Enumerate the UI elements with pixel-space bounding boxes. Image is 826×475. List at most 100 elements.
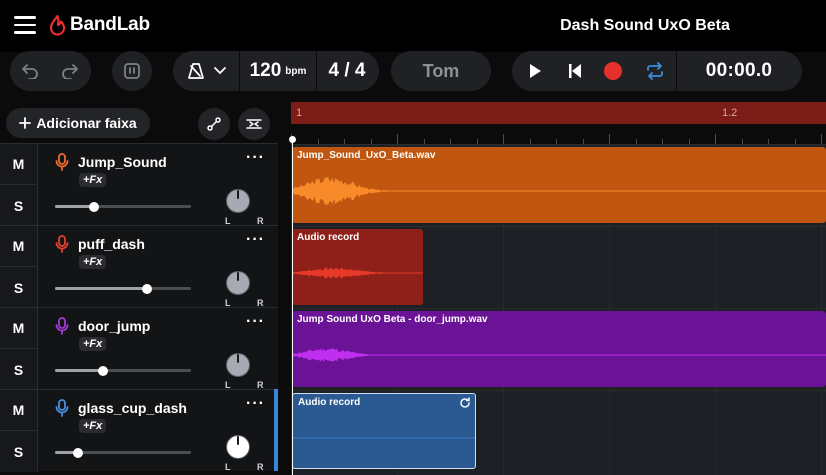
volume-thumb[interactable]: [89, 201, 100, 212]
timeline[interactable]: 1 1.2 Jump_Sound_UxO_Beta.wav Audio reco…: [291, 102, 826, 475]
volume-slider[interactable]: [55, 283, 191, 294]
track-name[interactable]: door_jump: [78, 318, 150, 334]
track-row[interactable]: M S glass_cup_dash +Fx ··· L R: [0, 389, 278, 472]
pan-knob[interactable]: [225, 270, 251, 296]
volume-thumb[interactable]: [73, 447, 84, 458]
more-options-icon[interactable]: ···: [246, 395, 265, 413]
add-fx-button[interactable]: +Fx: [79, 419, 107, 433]
loop-button[interactable]: [634, 51, 676, 91]
fit-view-button[interactable]: [238, 108, 270, 140]
undo-button[interactable]: [10, 51, 50, 91]
solo-button[interactable]: S: [0, 185, 37, 226]
record-icon: [604, 62, 622, 80]
redo-button[interactable]: [50, 51, 90, 91]
volume-thumb[interactable]: [97, 365, 108, 376]
panel-icon: [124, 63, 140, 79]
more-options-icon[interactable]: ···: [246, 149, 265, 167]
mute-button[interactable]: M: [0, 308, 37, 349]
add-fx-button[interactable]: +Fx: [79, 173, 107, 187]
audio-clip[interactable]: Audio record: [292, 229, 423, 305]
solo-button[interactable]: S: [0, 431, 37, 472]
bpm-unit: bpm: [285, 65, 307, 77]
ruler-tick: [715, 134, 716, 144]
volume-slider[interactable]: [55, 365, 191, 376]
add-track-button[interactable]: Adicionar faixa: [6, 108, 150, 138]
mute-solo-column: M S: [0, 226, 38, 308]
record-button[interactable]: [592, 51, 634, 91]
more-options-icon[interactable]: ···: [246, 231, 265, 249]
track-lane[interactable]: Audio record: [291, 226, 826, 308]
pan-right-label: R: [257, 462, 264, 472]
microphone-icon: [55, 235, 69, 253]
audio-clip[interactable]: Jump Sound UxO Beta - door_jump.wav: [292, 311, 826, 387]
loop-icon: [647, 62, 663, 80]
project-title[interactable]: Dash Sound UxO Beta: [540, 17, 750, 35]
timecode-display[interactable]: 00:00.0: [677, 51, 801, 91]
undo-redo-group: [10, 51, 91, 91]
playhead[interactable]: [292, 138, 293, 475]
track-controls: glass_cup_dash +Fx ··· L R: [39, 390, 278, 472]
mute-button[interactable]: M: [0, 390, 37, 431]
bandlab-logo[interactable]: BandLab: [49, 14, 150, 36]
microphone-icon: [55, 399, 69, 417]
track-name[interactable]: Jump_Sound: [78, 154, 167, 170]
microphone-icon: [55, 317, 69, 335]
undo-icon: [22, 64, 38, 79]
chevron-down-icon: [213, 67, 226, 75]
clip-label: Audio record: [297, 232, 360, 243]
bpm-value: 120: [249, 60, 282, 81]
play-icon: [530, 64, 541, 78]
volume-slider[interactable]: [55, 201, 191, 212]
pan-knob[interactable]: [225, 352, 251, 378]
more-options-icon[interactable]: ···: [246, 313, 265, 331]
selected-track-indicator: [274, 389, 278, 471]
key-button[interactable]: Tom: [391, 51, 491, 91]
ruler-tick: [397, 134, 398, 144]
track-row[interactable]: M S puff_dash +Fx ··· L R: [0, 225, 278, 308]
app-name: BandLab: [70, 14, 150, 35]
mute-solo-column: M S: [0, 144, 38, 226]
bpm-control[interactable]: 120 bpm: [240, 51, 316, 91]
add-track-label: Adicionar faixa: [36, 115, 137, 131]
ruler-tick: [609, 134, 610, 144]
plus-icon: [19, 117, 32, 129]
ruler-label: 1: [296, 107, 303, 119]
add-fx-button[interactable]: +Fx: [79, 255, 107, 269]
track-name[interactable]: glass_cup_dash: [78, 400, 187, 416]
track-controls: puff_dash +Fx ··· L R: [39, 226, 278, 308]
mute-button[interactable]: M: [0, 144, 37, 185]
track-lane[interactable]: Audio record: [291, 390, 826, 472]
time-signature-control[interactable]: 4 / 4: [317, 51, 377, 91]
rewind-button[interactable]: [558, 51, 592, 91]
loop-clip-icon[interactable]: [459, 397, 471, 409]
transport-group: 00:00.0: [512, 51, 802, 91]
pan-left-label: L: [225, 462, 231, 472]
automation-button[interactable]: [198, 108, 230, 140]
playhead-handle[interactable]: [289, 136, 296, 143]
add-fx-button[interactable]: +Fx: [79, 337, 107, 351]
track-row[interactable]: M S door_jump +Fx ··· L R: [0, 307, 278, 390]
toggle-panel-button[interactable]: [112, 51, 152, 91]
solo-button[interactable]: S: [0, 267, 37, 308]
loop-region-bar[interactable]: 1 1.2: [291, 102, 826, 124]
volume-slider[interactable]: [55, 447, 191, 458]
track-controls: door_jump +Fx ··· L R: [39, 308, 278, 390]
track-lane[interactable]: Jump Sound UxO Beta - door_jump.wav: [291, 308, 826, 390]
track-name[interactable]: puff_dash: [78, 236, 145, 252]
audio-clip[interactable]: Jump_Sound_UxO_Beta.wav: [292, 147, 826, 223]
pan-knob[interactable]: [225, 188, 251, 214]
track-lane[interactable]: Jump_Sound_UxO_Beta.wav: [291, 144, 826, 226]
audio-clip[interactable]: Audio record: [292, 393, 476, 469]
play-button[interactable]: [512, 51, 558, 91]
clip-label: Jump Sound UxO Beta - door_jump.wav: [297, 314, 488, 325]
track-row[interactable]: M S Jump_Sound +Fx ··· L R: [0, 143, 278, 226]
metronome-button[interactable]: [173, 51, 239, 91]
hamburger-menu-icon[interactable]: [14, 16, 36, 34]
time-ruler[interactable]: [291, 124, 826, 144]
volume-thumb[interactable]: [142, 283, 153, 294]
mute-button[interactable]: M: [0, 226, 37, 267]
solo-button[interactable]: S: [0, 349, 37, 390]
ruler-tick: [503, 134, 504, 144]
pan-knob[interactable]: [225, 434, 251, 460]
panel-divider: [278, 102, 291, 475]
